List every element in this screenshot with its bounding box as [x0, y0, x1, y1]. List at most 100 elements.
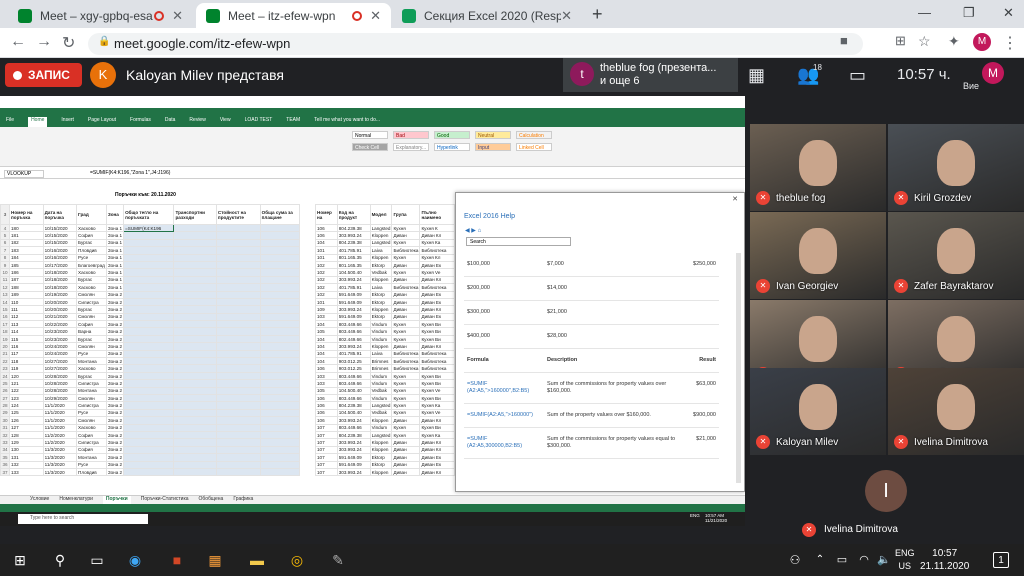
table-cell[interactable]: Laiva — [369, 349, 393, 359]
table-cell[interactable]: Кухня Ve — [419, 408, 455, 418]
name-box[interactable]: VLOOKUP — [4, 170, 44, 178]
powerpoint-icon[interactable]: ■ — [167, 550, 187, 570]
table-cell[interactable] — [259, 364, 301, 373]
table-cell[interactable] — [123, 305, 175, 314]
table-cell[interactable]: Зона 2 — [105, 445, 125, 455]
table-cell[interactable]: Кухня Ve — [419, 268, 455, 277]
table-cell[interactable] — [123, 364, 175, 373]
table-cell[interactable] — [259, 246, 301, 255]
table-row[interactable]: 34 130 11/3/2020 София Зона 2 — [0, 445, 301, 455]
table-cell[interactable] — [215, 246, 261, 255]
row-number[interactable]: 30 — [0, 416, 10, 425]
table-cell[interactable]: Диван — [391, 416, 421, 425]
table-row[interactable]: 102 401.785.91 Laiva Библиотека Библиотека — [315, 283, 455, 292]
table-cell[interactable] — [215, 460, 261, 469]
table-row[interactable]: 102 104.500.40 Vedbak Кухня Кухня Ve — [315, 268, 455, 277]
browser-tab-1[interactable]: Meet – xgy-gpbq-esa ✕ — [8, 3, 193, 28]
table-row[interactable]: 106 303.993.24 Kloppen Диван Диван Кл — [315, 416, 455, 425]
table-cell[interactable]: 125 — [9, 408, 44, 418]
table-cell[interactable]: 10/28/2020 — [42, 386, 78, 396]
table-cell[interactable]: 401.785.91 — [336, 349, 371, 359]
table-cell[interactable]: Laiva — [369, 283, 393, 292]
table-cell[interactable]: 803.449.66 — [336, 371, 371, 381]
header-cell[interactable]: Обща сума за плащане — [259, 204, 301, 225]
table-cell[interactable]: Русе — [76, 408, 107, 418]
ribbon-tab-view[interactable]: View — [220, 117, 231, 127]
table-cell[interactable]: Кухня Ви — [419, 334, 455, 344]
table-row[interactable]: 104 401.785.91 Laiva Библиотека Библиотека — [315, 349, 455, 359]
table-cell[interactable]: 11/1/2020 — [42, 423, 78, 432]
row-number[interactable]: 5 — [0, 231, 10, 240]
table-cell[interactable]: 804.239.38 — [336, 430, 371, 440]
table-cell[interactable] — [259, 371, 301, 381]
participant-tile[interactable]: ✕ Zafer Bayraktarov — [888, 212, 1024, 299]
help-scrollbar[interactable] — [736, 253, 741, 483]
table-cell[interactable]: Диван Кл — [419, 275, 455, 285]
menu-icon[interactable]: ⋮ — [1002, 33, 1018, 53]
table-row[interactable]: 36 132 11/3/2020 Русе Зона 2 — [0, 460, 301, 469]
style-explanatory[interactable]: Explanatory... — [393, 143, 429, 151]
table-row[interactable]: 101 801.165.35 Kloppen Кухня Кухня Кл — [315, 253, 455, 262]
table-cell[interactable] — [215, 334, 261, 344]
table-cell[interactable]: 107 — [315, 430, 338, 440]
table-cell[interactable]: 11/3/2020 — [42, 445, 78, 455]
formula-input[interactable]: =SUMIF(K4:K196,"Zona 1",J4:J196) — [90, 170, 170, 176]
table-cell[interactable]: 102 — [315, 268, 338, 277]
table-cell[interactable]: 11/1/2020 — [42, 408, 78, 418]
table-cell[interactable] — [259, 438, 301, 447]
table-cell[interactable]: Диван — [391, 460, 421, 469]
row-number[interactable]: 24 — [0, 371, 10, 381]
table-cell[interactable] — [173, 453, 217, 462]
table-cell[interactable]: Зона 2 — [105, 408, 125, 418]
table-cell[interactable]: 121 — [9, 379, 44, 388]
table-cell[interactable]: Диван — [391, 445, 421, 455]
table-cell[interactable]: Пловдив — [76, 467, 107, 477]
table-cell[interactable]: Диван — [391, 467, 421, 477]
table-cell[interactable]: 303.993.24 — [336, 445, 371, 455]
table-cell[interactable]: 10/17/2020 — [42, 260, 78, 270]
table-cell[interactable]: 107 — [315, 460, 338, 469]
table-cell[interactable]: 104 — [315, 357, 338, 366]
row-number[interactable]: 29 — [0, 408, 10, 418]
table-cell[interactable]: 104 — [315, 238, 338, 248]
table-cell[interactable]: Зона 2 — [105, 334, 125, 344]
table-row[interactable]: 37 133 11/3/2020 Пловдив Зона 2 — [0, 467, 301, 477]
table-cell[interactable]: 118 — [9, 357, 44, 366]
table-cell[interactable]: Ektorp — [369, 260, 393, 270]
table-cell[interactable]: Зона 1 — [105, 268, 125, 277]
table-cell[interactable]: Зона 2 — [105, 320, 125, 329]
table-cell[interactable] — [215, 467, 261, 477]
table-cell[interactable] — [259, 283, 301, 292]
table-cell[interactable]: Диван — [391, 453, 421, 462]
header-cell[interactable]: Град — [76, 204, 107, 225]
style-neutral[interactable]: Neutral — [475, 131, 511, 139]
table-cell[interactable]: Зона 1 — [105, 283, 125, 292]
table-row[interactable]: 6 182 10/15/2020 Бургас Зона 1 — [0, 238, 301, 248]
table-cell[interactable] — [259, 416, 301, 425]
table-cell[interactable] — [173, 416, 217, 425]
table-cell[interactable]: Зона 2 — [105, 453, 125, 462]
sheet-tab[interactable]: Условие — [30, 496, 49, 504]
table-cell[interactable]: Langsted — [369, 430, 393, 440]
orders-table[interactable]: 3 Номер на поръчка Дата на поръчка Град … — [0, 204, 301, 477]
table-cell[interactable]: Langsted — [369, 223, 393, 233]
table-cell[interactable] — [259, 320, 301, 329]
table-cell[interactable] — [123, 379, 175, 388]
table-cell[interactable] — [215, 401, 261, 410]
table-cell[interactable] — [259, 342, 301, 351]
table-cell[interactable]: Кухня — [391, 334, 421, 344]
table-cell[interactable]: 120 — [9, 371, 44, 381]
table-cell[interactable]: 801.165.35 — [336, 253, 371, 262]
table-cell[interactable]: 303.993.24 — [336, 467, 371, 477]
header-cell[interactable]: Транспортни разходи — [173, 204, 217, 225]
table-cell[interactable] — [259, 445, 301, 455]
table-cell[interactable]: 591.649.09 — [336, 460, 371, 469]
table-cell[interactable]: Пловдив — [76, 246, 107, 255]
style-normal[interactable]: Normal — [352, 131, 388, 139]
table-cell[interactable]: 10/18/2020 — [42, 283, 78, 292]
table-cell[interactable]: Кухня — [391, 223, 421, 233]
participant-tile[interactable]: ✕ Ivelina Dimitrova — [888, 368, 1024, 455]
table-cell[interactable] — [123, 401, 175, 410]
table-cell[interactable]: Vindum — [369, 393, 393, 403]
table-row[interactable]: 106 804.239.38 Langsted Кухня Кухня К — [315, 223, 455, 233]
